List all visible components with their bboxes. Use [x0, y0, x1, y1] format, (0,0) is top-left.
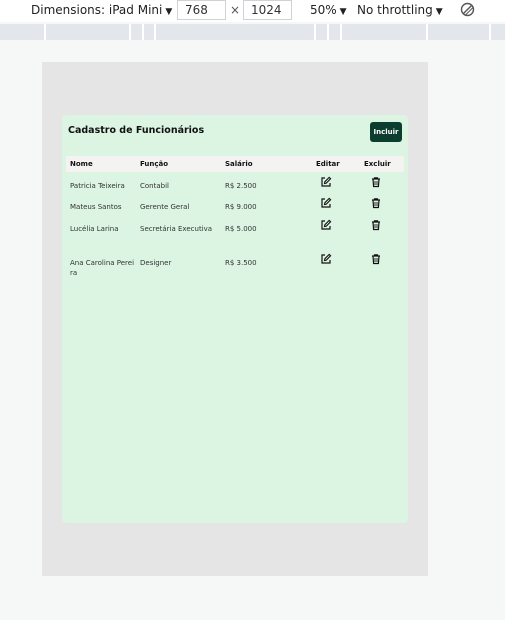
- column-edit: Editar: [316, 160, 340, 168]
- chevron-down-icon: ▼: [435, 7, 443, 17]
- devtools-device-toolbar: Dimensions: iPad Mini ▼ 768 × 1024 50% ▼ N…: [0, 0, 505, 22]
- ruler-tick: [489, 24, 491, 40]
- chevron-down-icon: ▼: [339, 7, 347, 17]
- employee-card: Cadastro de Funcionários Incluir Nome Fu…: [62, 115, 408, 523]
- trash-icon[interactable]: [370, 253, 382, 265]
- trash-icon[interactable]: [370, 176, 382, 188]
- ruler-tick: [129, 24, 131, 40]
- employee-salary: R$ 3.500: [225, 259, 257, 267]
- ruler-tick: [44, 24, 46, 40]
- rotate-icon[interactable]: [460, 2, 475, 17]
- edit-icon[interactable]: [320, 197, 332, 209]
- device-viewport: Cadastro de Funcionários Incluir Nome Fu…: [42, 62, 428, 576]
- ruler-tick: [314, 24, 316, 40]
- employee-salary: R$ 5.000: [225, 225, 257, 233]
- column-name: Nome: [70, 160, 93, 168]
- edit-icon[interactable]: [320, 219, 332, 231]
- trash-icon[interactable]: [370, 197, 382, 209]
- employee-name: Lucélia Larina: [70, 225, 119, 233]
- employee-role: Gerente Geral: [140, 203, 190, 211]
- employee-role: Contabil: [140, 182, 169, 190]
- trash-icon[interactable]: [370, 219, 382, 231]
- dimensions-dropdown[interactable]: Dimensions: iPad Mini ▼: [31, 3, 172, 17]
- ruler-tick: [426, 24, 428, 40]
- employee-salary: R$ 2.500: [225, 182, 257, 190]
- edit-icon[interactable]: [320, 176, 332, 188]
- throttling-dropdown[interactable]: No throttling ▼: [357, 3, 443, 17]
- zoom-dropdown[interactable]: 50% ▼: [310, 3, 347, 17]
- add-employee-button[interactable]: Incluir: [370, 122, 402, 142]
- page-title: Cadastro de Funcionários: [68, 125, 205, 136]
- times-separator: ×: [230, 3, 241, 17]
- column-delete: Excluir: [364, 160, 391, 168]
- height-input[interactable]: 1024: [243, 0, 292, 20]
- zoom-label: 50%: [310, 3, 337, 17]
- throttling-label: No throttling: [357, 3, 433, 17]
- column-salary: Salário: [225, 160, 253, 168]
- employee-name: Patricia Teixeira: [70, 182, 125, 190]
- ruler-tick: [340, 24, 342, 40]
- column-role: Função: [140, 160, 169, 168]
- chevron-down-icon: ▼: [165, 7, 173, 17]
- employee-role: Secretária Executiva: [140, 225, 213, 233]
- employee-salary: R$ 9.000: [225, 203, 257, 211]
- ruler-tick: [327, 24, 329, 40]
- employee-name: Ana Carolina Pereira: [70, 259, 135, 277]
- dimensions-label: Dimensions: iPad Mini: [31, 3, 163, 17]
- employee-role: Designer: [140, 259, 172, 267]
- table-header: Nome Função Salário Editar Excluir: [66, 156, 404, 172]
- employee-name: Mateus Santos: [70, 203, 122, 211]
- media-query-ruler[interactable]: [0, 24, 505, 40]
- edit-icon[interactable]: [320, 253, 332, 265]
- width-input[interactable]: 768: [177, 0, 226, 20]
- ruler-tick: [142, 24, 144, 40]
- ruler-tick: [154, 24, 156, 40]
